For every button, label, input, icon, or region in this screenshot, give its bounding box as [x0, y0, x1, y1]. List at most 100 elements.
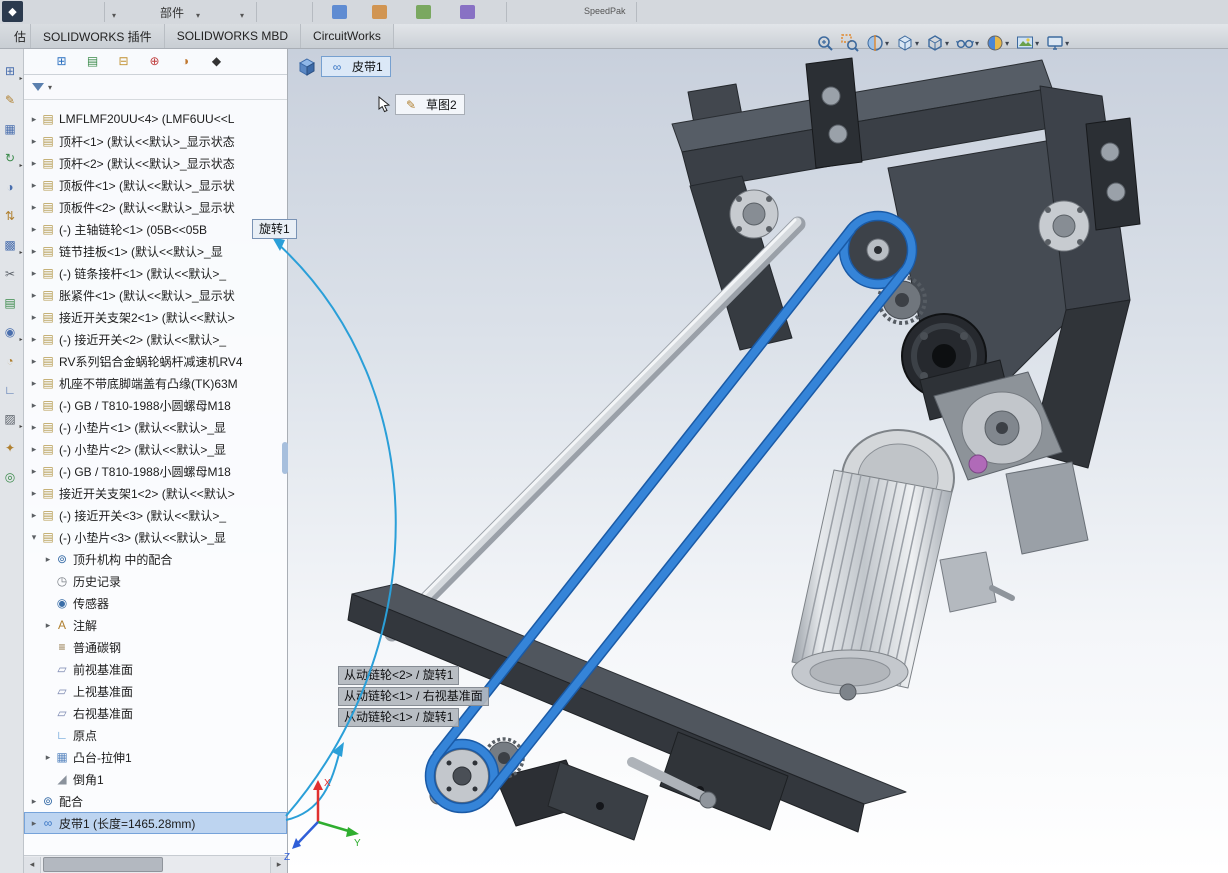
dropdown-caret-icon[interactable]: ▾	[240, 11, 244, 20]
app-icon[interactable]: ◆	[2, 1, 23, 22]
tree-item[interactable]: ▸ ⊚ 配合	[24, 790, 287, 812]
configurationmanager-tab[interactable]: ⊟	[116, 52, 134, 70]
hide-show-items-button[interactable]: ▾	[954, 32, 981, 54]
expand-arrow-icon[interactable]: ▸	[28, 180, 40, 191]
pencil-button[interactable]: ✎	[1, 85, 23, 114]
section-view-button[interactable]: ▾	[864, 32, 891, 54]
expand-arrow-icon[interactable]: ▸	[28, 818, 40, 829]
shade-button[interactable]: ▨ ▸	[1, 404, 22, 433]
filter-icon[interactable]	[32, 83, 44, 91]
flyout-caret-icon[interactable]: ▸	[19, 423, 22, 430]
expand-arrow-icon[interactable]: ▸	[28, 114, 40, 125]
tree-item[interactable]: ▸ A 注解	[24, 614, 287, 636]
scroll-right-button[interactable]: ▸	[270, 856, 287, 873]
quarter-button[interactable]: ◔	[1, 346, 23, 375]
panel-v-scroll-thumb[interactable]	[282, 442, 288, 474]
tab-evaluate-partial[interactable]: 估	[0, 24, 31, 48]
dimxpertmanager-tab[interactable]: ⊕	[147, 52, 165, 70]
dropdown-caret-icon[interactable]: ▾	[1065, 39, 1069, 48]
propertymanager-tab[interactable]: ▤	[85, 52, 103, 70]
copy-button[interactable]: ⊞ ▸	[1, 56, 23, 85]
expand-arrow-icon[interactable]: ▸	[28, 400, 40, 411]
dropdown-caret-icon[interactable]: ▾	[885, 39, 889, 48]
tree-item[interactable]: ∟ 原点	[24, 724, 287, 746]
tree-item[interactable]: ◉ 传感器	[24, 592, 287, 614]
ribbon-button-icon[interactable]	[416, 5, 431, 19]
grid-button[interactable]: ▦	[1, 114, 23, 143]
flyout-caret-icon[interactable]: ▸	[19, 75, 22, 82]
expand-arrow-icon[interactable]: ▸	[42, 620, 54, 631]
expand-arrow-icon[interactable]: ▸	[28, 246, 40, 257]
dropdown-caret-icon[interactable]: ▾	[945, 39, 949, 48]
tree-item[interactable]: ▸ ▤ LMFLMF20UU<4> (LMF6UU<<L	[24, 108, 287, 130]
rows-button[interactable]: ▤	[1, 288, 23, 317]
expand-arrow-icon[interactable]: ▸	[28, 136, 40, 147]
star-button[interactable]: ✦	[1, 433, 23, 462]
flyout-caret-icon[interactable]: ▸	[19, 336, 22, 343]
expand-arrow-icon[interactable]: ▸	[28, 422, 40, 433]
expand-arrow-icon[interactable]: ▾	[28, 532, 40, 543]
scroll-left-button[interactable]: ◂	[24, 856, 41, 873]
tab-solidworks-mbd[interactable]: SOLIDWORKS MBD	[164, 24, 302, 48]
tree-item[interactable]: ▱ 前视基准面	[24, 658, 287, 680]
flyout-caret-icon[interactable]: ▸	[19, 162, 22, 169]
tree-item[interactable]: ▸ ▤ 顶杆<2> (默认<<默认>_显示状态	[24, 152, 287, 174]
tree-item[interactable]: ▸ ▦ 凸台-拉伸1	[24, 746, 287, 768]
tree-item[interactable]: ▸ ▤ 胀紧件<1> (默认<<默认>_显示状	[24, 284, 287, 306]
tree-item[interactable]: ◷ 历史记录	[24, 570, 287, 592]
tree-item[interactable]: ▸ ▤ (-) 主轴链轮<1> (05B<<05B	[24, 218, 287, 240]
expand-arrow-icon[interactable]: ▸	[28, 796, 40, 807]
target-button[interactable]: ◎	[1, 462, 23, 491]
tab-solidworks-addins[interactable]: SOLIDWORKS 插件	[31, 24, 165, 48]
tree-item[interactable]: ▸ ▤ (-) GB / T810-1988小圆螺母M18	[24, 460, 287, 482]
tree-item[interactable]: ▸ ▤ (-) 小垫片<2> (默认<<默认>_显	[24, 438, 287, 460]
filter-caret-icon[interactable]: ▾	[48, 83, 52, 92]
tree-item[interactable]: ▸ ▤ 接近开关支架2<1> (默认<<默认>	[24, 306, 287, 328]
ribbon-button-icon[interactable]	[460, 5, 475, 19]
zoom-area-button[interactable]	[839, 32, 861, 54]
expand-arrow-icon[interactable]: ▸	[42, 554, 54, 565]
expand-arrow-icon[interactable]: ▸	[28, 356, 40, 367]
h-scrollbar[interactable]: ◂ ▸	[24, 855, 287, 873]
scroll-thumb[interactable]	[43, 857, 163, 872]
swap-button[interactable]: ⇅	[1, 201, 23, 230]
expand-arrow-icon[interactable]: ▸	[28, 378, 40, 389]
expand-arrow-icon[interactable]: ▸	[28, 334, 40, 345]
view-orientation-button[interactable]: ▾	[894, 32, 921, 54]
apply-scene-button[interactable]: ▾	[1014, 32, 1041, 54]
assembly-cube-icon[interactable]	[298, 57, 316, 76]
scissors-button[interactable]: ✂	[1, 259, 23, 288]
tree-item[interactable]: ▸ ▤ (-) 链条接杆<1> (默认<<默认>_	[24, 262, 287, 284]
angle-button[interactable]: ∟	[1, 375, 23, 404]
tree-item[interactable]: ▸ ▤ RV系列铝合金蜗轮蜗杆减速机RV4	[24, 350, 287, 372]
tree-item[interactable]: ▸ ▤ 链节挂板<1> (默认<<默认>_显	[24, 240, 287, 262]
expand-arrow-icon[interactable]: ▸	[28, 510, 40, 521]
half-shade-button[interactable]: ◑	[1, 172, 23, 201]
tree-item[interactable]: ▸ ▤ (-) 接近开关<3> (默认<<默认>_	[24, 504, 287, 526]
expand-arrow-icon[interactable]: ▸	[28, 312, 40, 323]
display-style-button[interactable]: ▾	[924, 32, 951, 54]
ribbon-button-icon[interactable]	[372, 5, 387, 19]
rotate-button[interactable]: ↻ ▸	[1, 143, 23, 172]
expand-arrow-icon[interactable]: ▸	[28, 290, 40, 301]
expand-arrow-icon[interactable]: ▸	[42, 752, 54, 763]
tree-item[interactable]: ▸ ⊚ 顶升机构 中的配合	[24, 548, 287, 570]
edit-appearance-button[interactable]: ▾	[984, 32, 1011, 54]
tree-item[interactable]: ▸ ∞ 皮带1 (长度=1465.28mm)	[24, 812, 287, 834]
dropdown-caret-icon[interactable]: ▾	[915, 39, 919, 48]
cam-manager-tab[interactable]: ◆	[209, 52, 227, 70]
expand-arrow-icon[interactable]: ▸	[28, 444, 40, 455]
tree-item[interactable]: ▸ ▤ 接近开关支架1<2> (默认<<默认>	[24, 482, 287, 504]
tree-item[interactable]: ▸ ▤ (-) 接近开关<2> (默认<<默认>_	[24, 328, 287, 350]
expand-arrow-icon[interactable]: ▸	[28, 224, 40, 235]
tree-item[interactable]: ▸ ▤ 顶板件<2> (默认<<默认>_显示状	[24, 196, 287, 218]
expand-arrow-icon[interactable]: ▸	[28, 158, 40, 169]
flyout-caret-icon[interactable]: ▸	[19, 249, 22, 256]
tree-item[interactable]: ▸ ▤ (-) 小垫片<1> (默认<<默认>_显	[24, 416, 287, 438]
breadcrumb-selected-feature[interactable]: ∞ 皮带1	[321, 56, 391, 77]
zoom-fit-button[interactable]	[814, 32, 836, 54]
tree-item[interactable]: ▸ ▤ (-) GB / T810-1988小圆螺母M18	[24, 394, 287, 416]
dropdown-caret-icon[interactable]: ▾	[196, 11, 200, 20]
featuremanager-tree-tab[interactable]: ⊞	[54, 52, 72, 70]
circle-dot-button[interactable]: ◉ ▸	[1, 317, 23, 346]
